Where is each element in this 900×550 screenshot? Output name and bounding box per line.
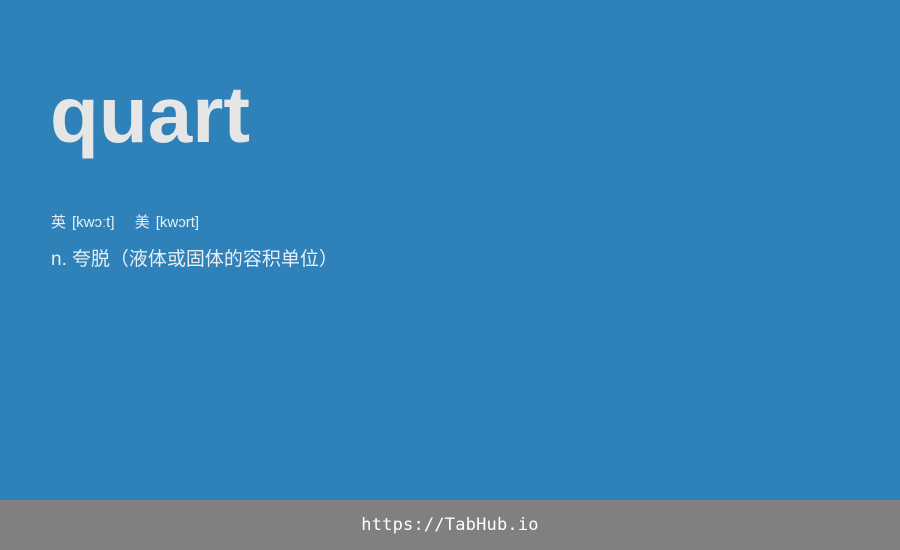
phonetic-uk: 英 [kwɔːt]	[51, 213, 115, 233]
headword: quart	[50, 70, 250, 159]
word-card: quart 英 [kwɔːt] 美 [kwɔrt] n. 夸脱（液体或固体的容积单位）	[0, 0, 900, 500]
phonetic-uk-ipa: [kwɔːt]	[72, 214, 115, 231]
phonetic-us-label: 美	[134, 214, 150, 231]
part-of-speech: n.	[51, 249, 67, 270]
definition-text: 夸脱（液体或固体的容积单位）	[71, 249, 338, 270]
phonetic-uk-label: 英	[51, 214, 67, 231]
phonetic-us: 美 [kwɔrt]	[135, 213, 199, 233]
tabhub-link[interactable]: https://TabHub.io	[361, 515, 538, 535]
phonetic-us-ipa: [kwɔrt]	[155, 214, 200, 231]
phonetics-row: 英 [kwɔːt] 美 [kwɔrt]	[51, 213, 199, 233]
footer-bar: https://TabHub.io	[0, 500, 900, 550]
definition: n. 夸脱（液体或固体的容积单位）	[51, 247, 338, 273]
